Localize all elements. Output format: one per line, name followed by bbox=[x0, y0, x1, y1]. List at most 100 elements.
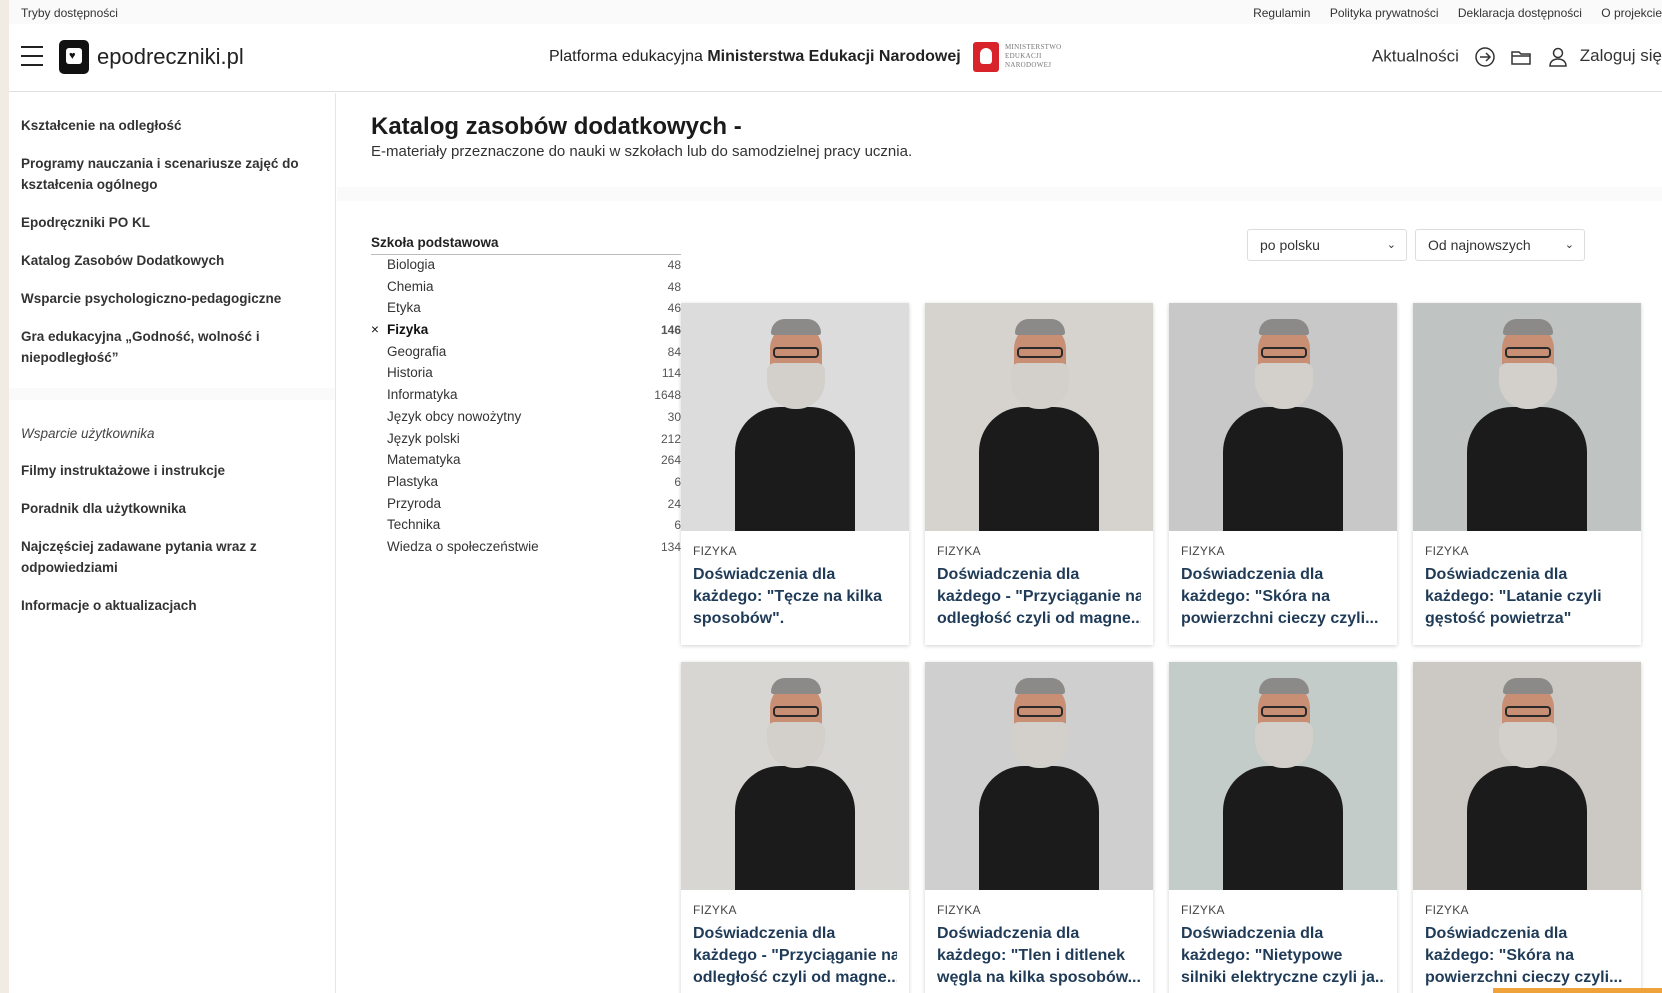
card-category: FIZYKA bbox=[937, 544, 981, 558]
chevron-down-icon: ⌄ bbox=[1386, 239, 1396, 251]
resource-card[interactable]: FIZYKA Doświadczenia dla każdego: "Nietypo… bbox=[1169, 662, 1397, 993]
filter-item[interactable]: Informatyka 1648 bbox=[371, 385, 681, 407]
accessibility-modes-link[interactable]: Tryby dostępności bbox=[21, 6, 118, 20]
filter-item-label: Język obcy nowożytny bbox=[387, 408, 522, 424]
folder-icon[interactable] bbox=[1510, 46, 1532, 68]
sidebar-item-user-guide[interactable]: Poradnik dla użytkownika bbox=[9, 498, 335, 519]
logo-text[interactable]: epodreczniki.pl bbox=[97, 44, 244, 70]
filter-item[interactable]: Plastyka 6 bbox=[371, 472, 681, 494]
filter-item[interactable]: Język polski 212 bbox=[371, 429, 681, 451]
card-title[interactable]: Doświadczenia dla każdego - "Przyciąganie… bbox=[693, 923, 897, 989]
video-thumbnail[interactable] bbox=[925, 303, 1153, 531]
sort-select[interactable]: Od najnowszych ⌄ bbox=[1415, 229, 1585, 261]
ministry-line: NARODOWEJ bbox=[1005, 61, 1052, 69]
resource-card[interactable]: FIZYKA Doświadczenia dla każdego: "Tlen i … bbox=[925, 662, 1153, 993]
terms-link[interactable]: Regulamin bbox=[1253, 6, 1310, 20]
card-title-line: Doświadczenia dla bbox=[693, 925, 836, 942]
filter-item-count: 84 bbox=[667, 344, 681, 359]
card-title-line: gęstość powietrza" bbox=[1425, 610, 1572, 627]
filter-item-label: Plastyka bbox=[387, 473, 439, 489]
resource-card[interactable]: FIZYKA Doświadczenia dla każdego: "Skóra n… bbox=[1413, 662, 1641, 993]
card-title-line: odległość czyli od magne... bbox=[693, 969, 897, 986]
filter-item-count: 48 bbox=[667, 258, 681, 272]
sidebar-item-epodreczniki-pokl[interactable]: Epodręczniki PO KL bbox=[9, 212, 335, 233]
subject-filter: Szkoła podstawowa Biologia 48 Chemia 48 Etyk… bbox=[371, 235, 681, 559]
clear-filter-icon[interactable]: × bbox=[371, 320, 379, 340]
card-title-line: Doświadczenia dla bbox=[1425, 566, 1568, 583]
ministry-line: EDUKACJI bbox=[1005, 52, 1042, 60]
filter-item[interactable]: Przyroda 24 bbox=[371, 494, 681, 516]
card-title[interactable]: Doświadczenia dla każdego: "Skóra na powie… bbox=[1181, 564, 1385, 630]
card-title-line: Doświadczenia dla bbox=[1425, 925, 1568, 942]
filter-item-count: 6 bbox=[674, 518, 681, 533]
card-title-line: powierzchni cieczy czyli... bbox=[1181, 610, 1379, 627]
video-thumbnail[interactable] bbox=[1169, 662, 1397, 890]
filter-item[interactable]: Język obcy nowożytny 30 bbox=[371, 407, 681, 429]
about-project-link[interactable]: O projekcie bbox=[1601, 6, 1662, 20]
login-link[interactable]: Zaloguj się bbox=[1580, 46, 1662, 65]
resource-card[interactable]: FIZYKA Doświadczenia dla każdego: "Skóra n… bbox=[1169, 303, 1397, 645]
filter-item[interactable]: Chemia 48 bbox=[371, 277, 681, 299]
filter-item-count: 114 bbox=[661, 366, 681, 381]
card-title[interactable]: Doświadczenia dla każdego: "Tęcze na kilk… bbox=[693, 564, 897, 630]
card-category: FIZYKA bbox=[1425, 544, 1469, 558]
sidebar-item-resource-catalog[interactable]: Katalog Zasobów Dodatkowych bbox=[9, 250, 335, 271]
filter-item[interactable]: Etyka 46 bbox=[371, 298, 681, 320]
filter-item[interactable]: Geografia 84 bbox=[371, 342, 681, 364]
menu-icon[interactable] bbox=[21, 46, 43, 66]
language-select[interactable]: po polsku ⌄ bbox=[1247, 229, 1407, 261]
card-title-line: każdego: "Tlen i ditlenek bbox=[937, 947, 1126, 964]
sidebar-support-section: Wsparcie użytkownika Filmy instruktażowe… bbox=[9, 388, 335, 616]
video-thumbnail[interactable] bbox=[1169, 303, 1397, 531]
resource-card[interactable]: FIZYKA Doświadczenia dla każdego - "Przyci… bbox=[925, 303, 1153, 645]
filter-item[interactable]: × Fizyka 146 bbox=[371, 320, 681, 342]
platform-tagline: Platforma edukacyjna Ministerstwa Edukac… bbox=[549, 48, 961, 66]
platform-ministry: Ministerstwa Edukacji Narodowej bbox=[707, 48, 961, 65]
sidebar-item-faq[interactable]: Najczęściej zadawane pytania wraz z odpo… bbox=[9, 536, 335, 578]
card-category: FIZYKA bbox=[1181, 903, 1225, 917]
filter-item-label: Matematyka bbox=[387, 452, 461, 468]
card-title[interactable]: Doświadczenia dla każdego: "Latanie czyli… bbox=[1425, 564, 1629, 630]
video-thumbnail[interactable] bbox=[1413, 662, 1641, 890]
sidebar-item-updates[interactable]: Informacje o aktualizacjach bbox=[9, 595, 335, 616]
card-title-line: każdego: "Nietypowe bbox=[1181, 947, 1343, 964]
card-title-line: Doświadczenia dla bbox=[1181, 925, 1324, 942]
video-thumbnail[interactable] bbox=[925, 662, 1153, 890]
filter-item-label: Historia bbox=[387, 365, 433, 381]
filter-item[interactable]: Biologia 48 bbox=[371, 255, 681, 277]
support-section-title: Wsparcie użytkownika bbox=[21, 426, 155, 441]
card-title[interactable]: Doświadczenia dla każdego: "Tlen i ditlen… bbox=[937, 923, 1141, 989]
cookie-bar-edge bbox=[1493, 988, 1662, 993]
filter-item-label: Geografia bbox=[387, 343, 447, 359]
filter-item[interactable]: Technika 6 bbox=[371, 515, 681, 537]
video-thumbnail[interactable] bbox=[1413, 303, 1641, 531]
filter-item-label: Etyka bbox=[387, 300, 421, 316]
sidebar-item-educational-game[interactable]: Gra edukacyjna „Godność, wolność i niepo… bbox=[9, 326, 335, 368]
privacy-policy-link[interactable]: Polityka prywatności bbox=[1330, 6, 1439, 20]
sidebar-main-links: Kształcenie na odległość Programy naucza… bbox=[9, 93, 335, 368]
card-title[interactable]: Doświadczenia dla każdego: "Skóra na powie… bbox=[1425, 923, 1629, 989]
news-link[interactable]: Aktualności bbox=[1372, 46, 1459, 65]
user-icon[interactable] bbox=[1547, 46, 1569, 68]
filter-item-count: 212 bbox=[660, 431, 681, 446]
card-title[interactable]: Doświadczenia dla każdego: "Nietypowe siln… bbox=[1181, 923, 1385, 989]
browser-page: Tryby dostępności Regulamin Polityka pry… bbox=[9, 0, 1662, 993]
resource-card[interactable]: FIZYKA Doświadczenia dla każdego: "Tęcze n… bbox=[681, 303, 909, 645]
video-thumbnail[interactable] bbox=[681, 303, 909, 531]
sidebar-item-curricula[interactable]: Programy nauczania i scenariusze zajęć d… bbox=[9, 153, 335, 195]
resource-card[interactable]: FIZYKA Doświadczenia dla każdego: "Latanie… bbox=[1413, 303, 1641, 645]
language-select-value: po polsku bbox=[1260, 237, 1320, 253]
sidebar-item-psych-support[interactable]: Wsparcie psychologiczno-pedagogiczne bbox=[9, 288, 335, 309]
video-thumbnail[interactable] bbox=[681, 662, 909, 890]
filter-item[interactable]: Historia 114 bbox=[371, 363, 681, 385]
sign-in-arrow-icon[interactable] bbox=[1474, 46, 1496, 68]
filter-item[interactable]: Matematyka 264 bbox=[371, 450, 681, 472]
card-title-line: każdego: "Tęcze na kilka bbox=[693, 588, 882, 605]
resource-card[interactable]: FIZYKA Doświadczenia dla każdego - "Przyci… bbox=[681, 662, 909, 993]
card-title[interactable]: Doświadczenia dla każdego - "Przyciąganie… bbox=[937, 564, 1141, 630]
filter-item-label: Technika bbox=[387, 517, 441, 533]
sidebar-item-remote-learning[interactable]: Kształcenie na odległość bbox=[9, 115, 335, 136]
accessibility-statement-link[interactable]: Deklaracja dostępności bbox=[1458, 6, 1582, 20]
sidebar-item-tutorials[interactable]: Filmy instruktażowe i instrukcje bbox=[9, 460, 335, 481]
filter-item[interactable]: Wiedza o społeczeństwie 134 bbox=[371, 537, 681, 559]
